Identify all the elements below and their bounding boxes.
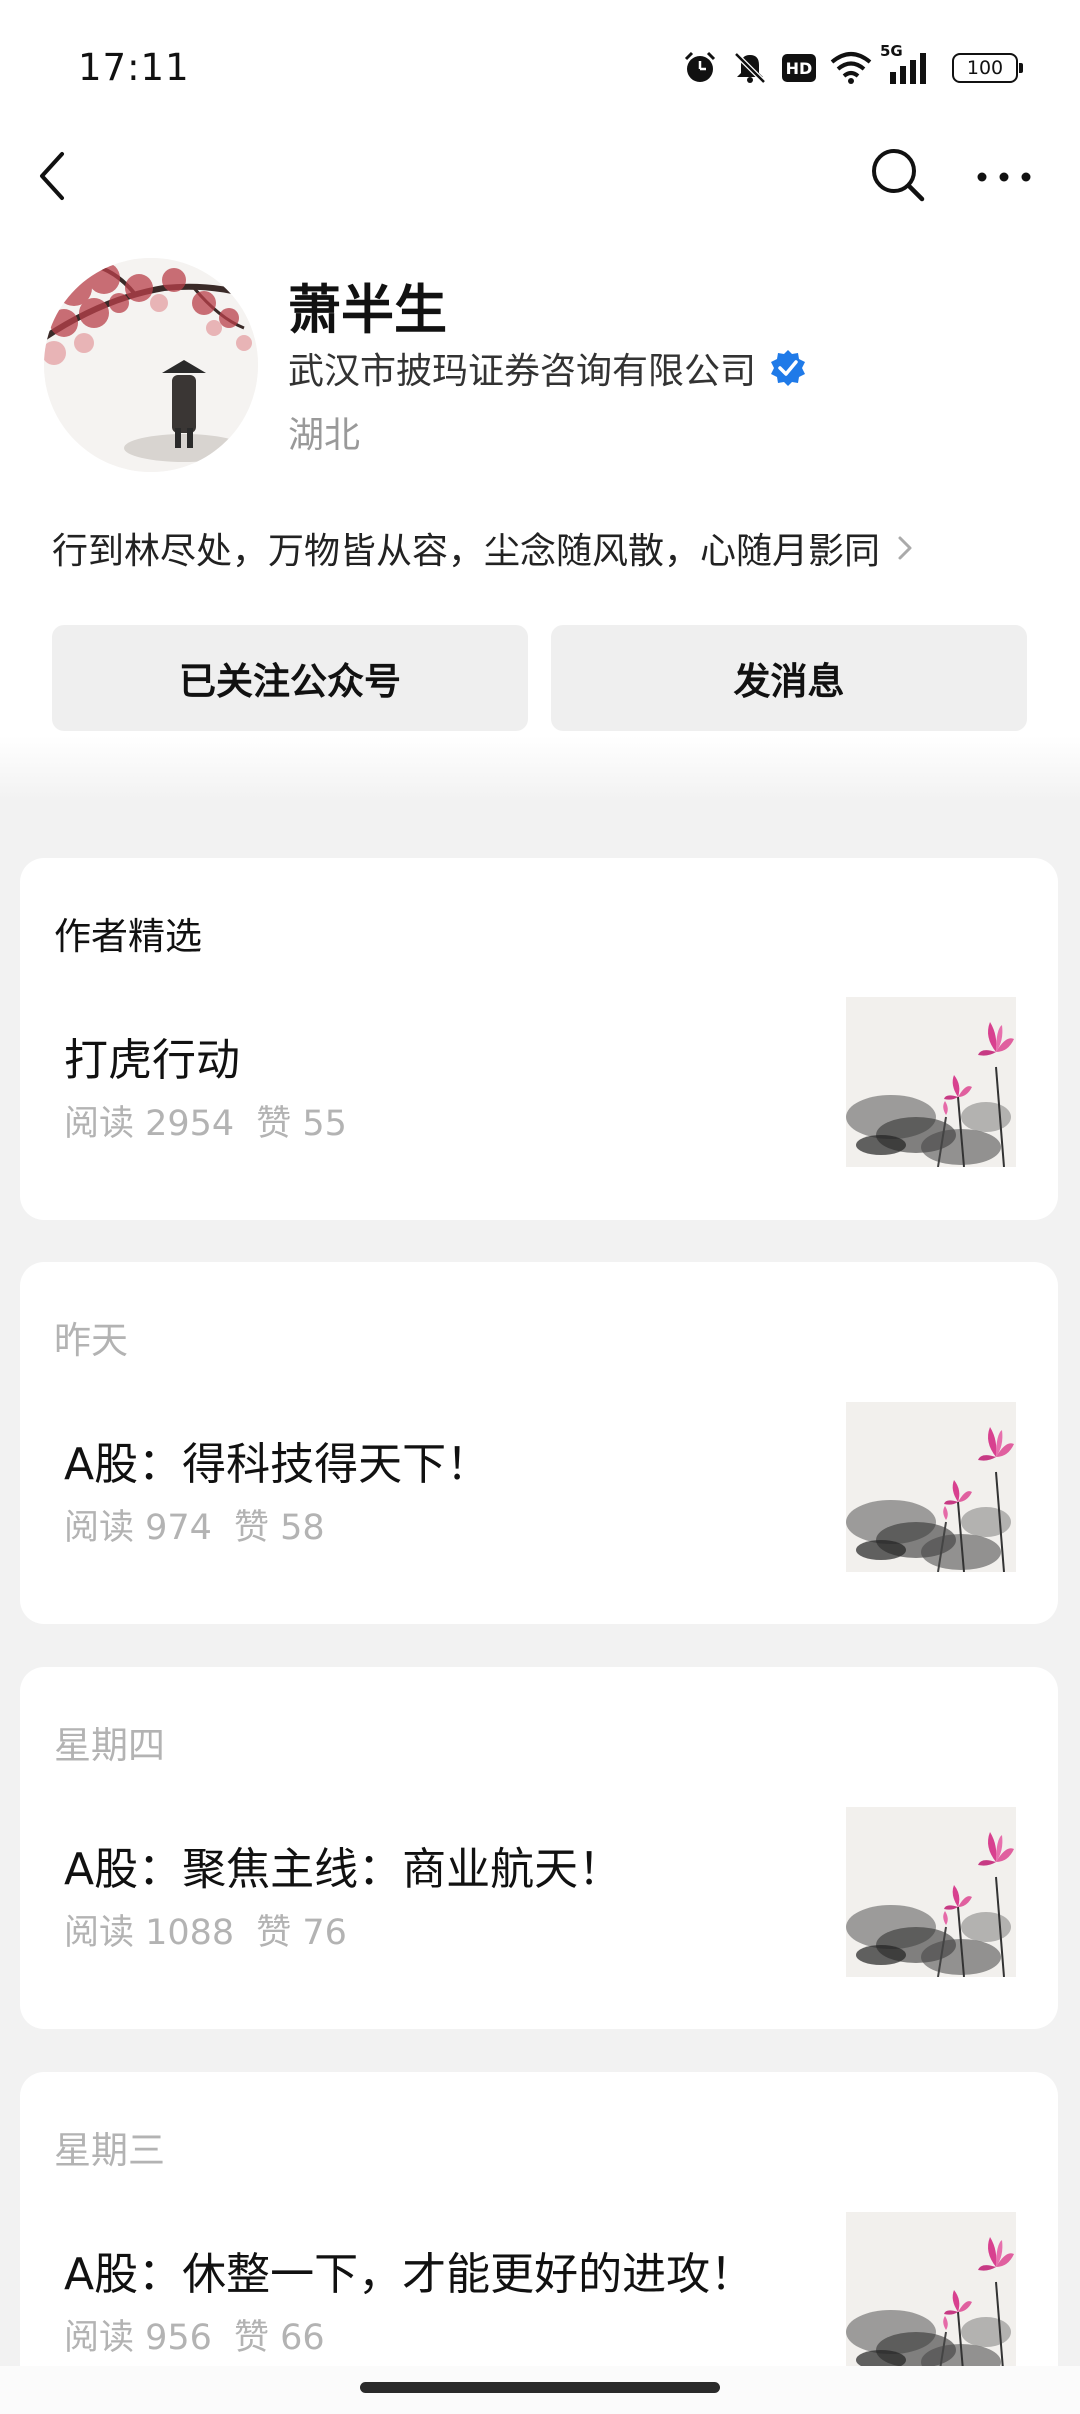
verified-icon[interactable] <box>768 348 808 388</box>
home-indicator[interactable] <box>360 2382 720 2393</box>
more-icon <box>977 172 1031 182</box>
article-thumbnail[interactable] <box>846 997 1016 1167</box>
lotus-thumbnail-image <box>846 1807 1016 1977</box>
signature-row[interactable]: 行到林尽处，万物皆从容，尘念随风散，心随月影同 <box>52 522 918 574</box>
like-count: 赞 55 <box>256 1104 347 1144</box>
article-date: 星期三 <box>54 2129 165 2172</box>
article-meta: 阅读 2954 赞 55 <box>64 1095 347 1146</box>
network-label: 5G <box>880 42 903 60</box>
article-date: 昨天 <box>54 1319 128 1362</box>
alarm-icon <box>682 50 718 86</box>
read-count: 阅读 956 <box>64 2318 212 2358</box>
wifi-icon <box>830 51 872 85</box>
lotus-thumbnail-image <box>846 997 1016 1167</box>
article-meta: 阅读 956 赞 66 <box>64 2309 325 2360</box>
read-count: 阅读 1088 <box>64 1913 235 1953</box>
article-card[interactable]: 昨天 A股：得科技得天下！ 阅读 974 赞 58 <box>20 1262 1058 1624</box>
lotus-thumbnail-image <box>846 1402 1016 1572</box>
article-title[interactable]: A股：休整一下，才能更好的进攻！ <box>64 2238 754 2302</box>
article-thumbnail[interactable] <box>846 2212 1016 2382</box>
follow-button[interactable]: 已关注公众号 <box>52 625 528 731</box>
like-count: 赞 58 <box>233 1508 325 1548</box>
featured-header: 作者精选 <box>54 915 202 958</box>
battery-indicator: 100 <box>952 53 1023 83</box>
search-button[interactable] <box>868 145 928 205</box>
back-button[interactable] <box>30 146 80 206</box>
message-button[interactable]: 发消息 <box>551 625 1027 731</box>
status-icons: HD 5G 100 <box>682 42 1023 88</box>
hd-icon: HD <box>782 54 816 82</box>
back-icon <box>40 152 64 200</box>
like-count: 赞 66 <box>233 2318 325 2358</box>
article-meta: 阅读 1088 赞 76 <box>64 1904 347 1955</box>
signal-icon: 5G <box>880 42 932 86</box>
chevron-right-icon <box>898 536 912 560</box>
status-bar: 17:11 HD 5G 100 <box>0 0 1080 135</box>
article-title[interactable]: A股：聚焦主线：商业航天！ <box>64 1833 622 1897</box>
article-date: 星期四 <box>54 1724 165 1767</box>
avatar[interactable] <box>44 258 258 472</box>
profile-company-row: 武汉市披玛证券咨询有限公司 <box>288 342 808 394</box>
mute-icon <box>732 50 768 86</box>
article-thumbnail[interactable] <box>846 1807 1016 1977</box>
lotus-thumbnail-image <box>846 2212 1016 2382</box>
featured-card[interactable]: 作者精选 打虎行动 阅读 2954 赞 55 <box>20 858 1058 1220</box>
profile-region: 湖北 <box>288 415 361 456</box>
avatar-image <box>44 258 258 472</box>
read-count: 阅读 974 <box>64 1508 212 1548</box>
like-count: 赞 76 <box>256 1913 347 1953</box>
profile-name: 萧半生 <box>288 280 447 341</box>
read-count: 阅读 2954 <box>64 1104 235 1144</box>
signature-text: 行到林尽处，万物皆从容，尘念随风散，心随月影同 <box>52 531 881 572</box>
article-card[interactable]: 星期三 A股：休整一下，才能更好的进攻！ 阅读 956 赞 66 <box>20 2072 1058 2414</box>
profile-company: 武汉市披玛证券咨询有限公司 <box>288 351 757 392</box>
search-icon <box>872 149 925 202</box>
article-meta: 阅读 974 赞 58 <box>64 1499 325 1550</box>
more-button[interactable] <box>974 150 1034 200</box>
article-thumbnail[interactable] <box>846 1402 1016 1572</box>
article-title[interactable]: 打虎行动 <box>64 1024 240 1088</box>
article-card[interactable]: 星期四 A股：聚焦主线：商业航天！ 阅读 1088 赞 76 <box>20 1667 1058 2029</box>
status-time: 17:11 <box>78 46 190 89</box>
article-title[interactable]: A股：得科技得天下！ <box>64 1428 490 1492</box>
